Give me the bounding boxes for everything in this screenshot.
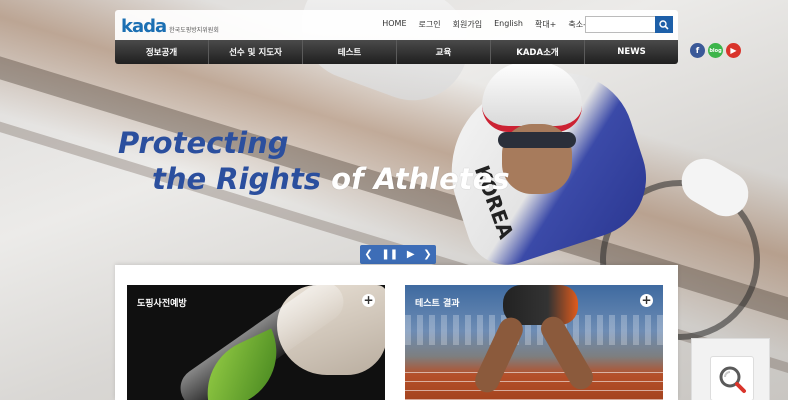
nav-item-about[interactable]: KADA소개 <box>491 40 585 64</box>
magnifier-icon <box>719 366 746 393</box>
youtube-icon[interactable]: ▶ <box>726 43 741 58</box>
rider-helmet <box>482 62 582 132</box>
logo-subtitle: 한국도핑방지위원회 <box>169 26 219 34</box>
nav-item-athletes[interactable]: 선수 및 지도자 <box>209 40 303 64</box>
nav-item-news[interactable]: NEWS <box>585 40 678 64</box>
headline-part: the Rights <box>152 162 332 196</box>
nav-item-info[interactable]: 정보공개 <box>115 40 209 64</box>
more-plus-icon[interactable]: + <box>640 294 653 307</box>
headline-part: of <box>331 162 364 196</box>
sprinter-image <box>471 285 598 400</box>
facebook-icon[interactable]: f <box>690 43 705 58</box>
nav-item-education[interactable]: 교육 <box>397 40 491 64</box>
site-header: kada 한국도핑방지위원회 HOME 로그인 회원가입 English 확대+… <box>115 10 678 64</box>
headline-part: Athletes <box>363 162 510 196</box>
top-bar: kada 한국도핑방지위원회 HOME 로그인 회원가입 English 확대+… <box>115 10 678 40</box>
logo-mark: kada <box>121 15 167 37</box>
zoom-in-link[interactable]: 확대+ <box>535 19 556 30</box>
search-input[interactable] <box>586 22 656 37</box>
pause-slide-button[interactable]: ❚❚ <box>381 249 398 260</box>
login-link[interactable]: 로그인 <box>419 19 441 30</box>
search-box <box>585 16 673 37</box>
card-title: 도핑사전예방 <box>137 299 187 309</box>
social-links: f blog ▶ <box>690 43 741 58</box>
quick-search-button[interactable] <box>710 356 754 400</box>
more-plus-icon[interactable]: + <box>362 294 375 307</box>
runner-leg <box>536 312 598 394</box>
rider-visor <box>498 132 576 148</box>
headline-line2: the Rights of Athletes <box>152 162 510 196</box>
headline-line1: Protecting <box>118 126 289 160</box>
next-slide-button[interactable]: ❯ <box>423 249 431 260</box>
home-link[interactable]: HOME <box>382 19 406 30</box>
content-panel: 도핑사전예방 + 테스트 결과 + <box>115 265 678 400</box>
prev-slide-button[interactable]: ❮ <box>364 249 372 260</box>
hero-headline: Protecting the Rights of Athletes <box>118 126 510 196</box>
main-nav: 정보공개 선수 및 지도자 테스트 교육 KADA소개 NEWS <box>115 40 678 64</box>
play-slide-button[interactable]: ▶ <box>407 249 415 260</box>
utility-links: HOME 로그인 회원가입 English 확대+ 축소- <box>382 19 586 30</box>
search-icon <box>659 19 669 30</box>
card-test-results[interactable]: 테스트 결과 + <box>405 285 663 400</box>
search-button[interactable] <box>655 16 673 33</box>
card-doping-prevention[interactable]: 도핑사전예방 + <box>127 285 385 400</box>
zoom-out-link[interactable]: 축소- <box>568 19 586 30</box>
signup-link[interactable]: 회원가입 <box>453 19 482 30</box>
blog-icon[interactable]: blog <box>708 43 723 58</box>
runner-leg <box>471 313 527 397</box>
slider-controls: ❮ ❚❚ ▶ ❯ <box>360 245 436 264</box>
english-link[interactable]: English <box>494 19 523 30</box>
card-title: 테스트 결과 <box>415 299 460 309</box>
quick-search-widget <box>691 338 770 400</box>
site-logo[interactable]: kada 한국도핑방지위원회 <box>121 15 219 37</box>
nav-item-test[interactable]: 테스트 <box>303 40 397 64</box>
